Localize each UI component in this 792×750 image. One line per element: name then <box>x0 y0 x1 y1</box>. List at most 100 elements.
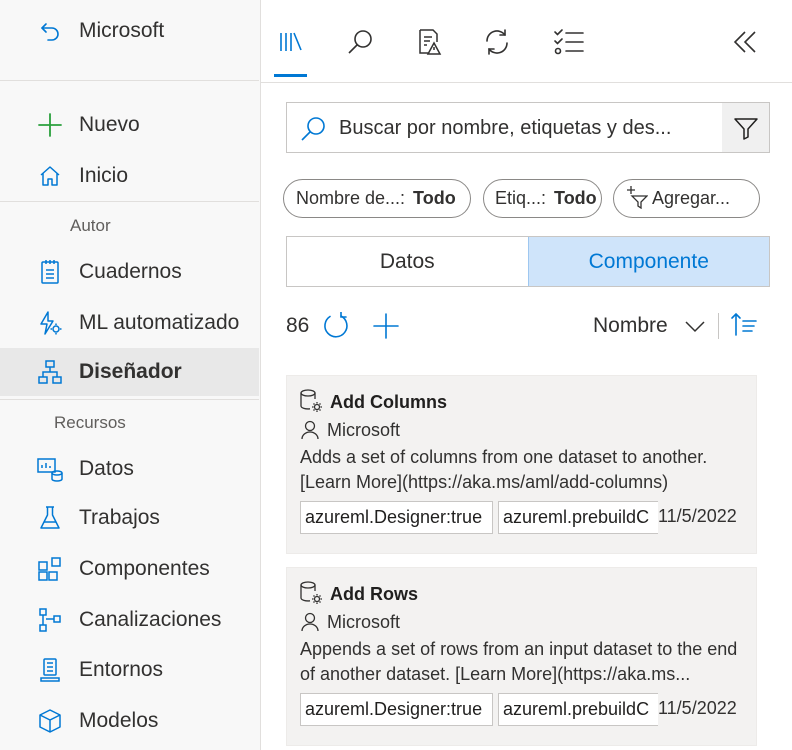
environment-icon <box>36 656 64 684</box>
plus-icon <box>373 313 399 339</box>
components-icon <box>36 555 64 583</box>
card-date: 11/5/2022 <box>658 506 737 526</box>
card-tag: azureml.Designer:true <box>300 501 493 534</box>
filter-pill-value: Todo <box>413 188 456 208</box>
left-navigation: Microsoft Nuevo Inicio Autor Cuadernos M… <box>0 0 261 750</box>
refresh-button[interactable] <box>321 311 351 341</box>
search-box <box>286 102 770 153</box>
tab-checklist[interactable] <box>553 26 585 58</box>
card-description: Adds a set of columns from one dataset t… <box>300 447 708 492</box>
nav-divider <box>0 399 259 400</box>
nav-section-author: Autor <box>70 216 111 235</box>
nav-item-jobs[interactable]: Trabajos <box>0 494 259 542</box>
nav-item-label: Modelos <box>79 709 159 732</box>
card-description: Appends a set of rows from an input data… <box>300 639 738 684</box>
add-button[interactable] <box>371 311 401 341</box>
segment-data[interactable]: Datos <box>287 237 528 286</box>
nav-item-pipelines[interactable]: Canalizaciones <box>0 596 259 644</box>
lightning-gear-icon <box>36 309 64 337</box>
nav-item-environments[interactable]: Entornos <box>0 646 259 694</box>
card-author: Microsoft <box>327 612 401 632</box>
active-tab-indicator <box>274 74 307 77</box>
tab-report-alert[interactable] <box>413 26 445 58</box>
flask-icon <box>36 504 64 532</box>
nav-item-label: Entornos <box>79 658 164 681</box>
nav-item-data[interactable]: Datos <box>0 445 259 493</box>
nav-item-notebooks[interactable]: Cuadernos <box>0 248 259 296</box>
nav-item-automl[interactable]: ML automatizado <box>0 299 259 347</box>
library-icon <box>280 32 302 51</box>
nav-item-components[interactable]: Componentes <box>0 545 259 593</box>
checklist-icon <box>554 29 584 55</box>
filter-pill-value: Todo <box>554 188 597 208</box>
filter-pill-key: Nombre de...: <box>296 188 406 208</box>
data-icon <box>36 455 64 483</box>
nav-item-label: Cuadernos <box>79 260 182 283</box>
nav-section-resources: Recursos <box>54 413 126 432</box>
nav-item-label: Diseñador <box>79 360 182 383</box>
filter-icon <box>733 117 758 140</box>
tab-refresh[interactable] <box>481 26 513 58</box>
double-chevron-left-icon <box>733 31 756 53</box>
card-title: Add Columns <box>330 392 447 412</box>
database-gear-icon <box>299 388 325 419</box>
card-author: Microsoft <box>327 420 401 440</box>
nav-item-label: Trabajos <box>79 506 160 529</box>
nav-item-models[interactable]: Modelos <box>0 697 259 745</box>
sort-dropdown[interactable]: Nombre <box>593 314 668 338</box>
nav-item-designer[interactable]: Diseñador <box>0 348 259 396</box>
notebook-icon <box>36 258 64 286</box>
add-filter-icon <box>627 185 648 209</box>
nav-item-label: Inicio <box>79 164 129 187</box>
pipeline-icon <box>36 606 64 634</box>
search-input[interactable] <box>339 113 709 143</box>
nav-item-new[interactable]: Nuevo <box>0 101 259 149</box>
collapse-panel-button[interactable] <box>729 26 761 58</box>
card-tag: azureml.Designer:true <box>300 693 493 726</box>
report-warning-icon <box>419 29 442 55</box>
card-date: 11/5/2022 <box>658 698 737 718</box>
sort-direction-button[interactable] <box>730 311 758 339</box>
search-icon <box>348 30 372 54</box>
nav-item-label: Nuevo <box>79 113 140 136</box>
sort-ascending-icon <box>731 312 757 336</box>
nav-divider <box>0 201 259 202</box>
plus-icon <box>36 111 64 139</box>
card-title: Add Rows <box>330 584 418 604</box>
result-count: 86 <box>286 314 310 337</box>
component-card[interactable]: Add Rows Microsoft Appends a set of rows… <box>286 567 757 746</box>
back-to-microsoft[interactable]: Microsoft <box>0 7 259 55</box>
card-tag: azureml.prebuildC <box>498 501 658 534</box>
chevron-down-icon <box>685 321 705 333</box>
toolbar-divider <box>718 313 719 339</box>
filter-pill-tags[interactable]: Etiq...: Todo <box>483 179 602 218</box>
segment-component[interactable]: Componente <box>527 237 769 286</box>
user-icon <box>300 612 320 637</box>
asset-library-panel: Nombre de...: Todo Etiq...: Todo Agregar..… <box>261 0 792 750</box>
refresh-icon <box>324 312 348 338</box>
nav-item-home[interactable]: Inicio <box>0 152 259 200</box>
add-filter-button[interactable]: Agregar... <box>613 179 760 218</box>
nav-divider <box>0 80 259 81</box>
back-arrow-icon <box>36 17 64 45</box>
tab-library[interactable] <box>275 26 307 58</box>
filter-button[interactable] <box>722 103 769 152</box>
asset-type-toggle: Datos Componente <box>286 236 770 287</box>
database-gear-icon <box>299 580 325 611</box>
home-icon <box>36 162 64 190</box>
cube-icon <box>36 707 64 735</box>
user-icon <box>300 420 320 445</box>
nav-item-label: Componentes <box>79 557 210 580</box>
tab-search[interactable] <box>344 26 376 58</box>
back-label: Microsoft <box>79 19 165 42</box>
component-card[interactable]: Add Columns Microsoft Adds a set of colu… <box>286 375 757 554</box>
filter-pill-name[interactable]: Nombre de...: Todo <box>283 179 471 218</box>
search-icon <box>299 115 327 148</box>
filter-pill-key: Etiq...: <box>495 188 547 208</box>
card-tag: azureml.prebuildC <box>498 693 658 726</box>
add-filter-label: Agregar... <box>652 188 731 208</box>
sort-dropdown-toggle[interactable] <box>684 317 706 337</box>
nav-item-label: Datos <box>79 457 134 480</box>
nav-item-label: ML automatizado <box>79 311 240 334</box>
nav-item-label: Canalizaciones <box>79 608 222 631</box>
